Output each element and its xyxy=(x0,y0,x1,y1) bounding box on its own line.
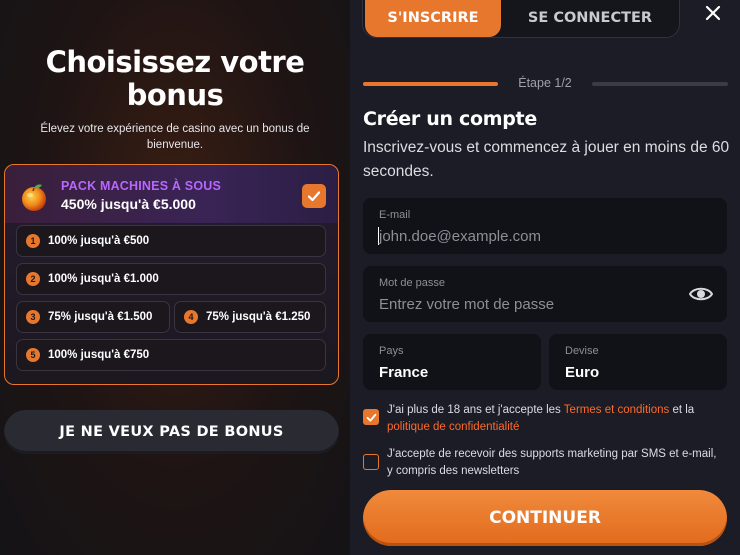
offer-number-badge: 3 xyxy=(26,310,40,324)
country-label: Pays xyxy=(379,345,404,357)
checkmark-icon xyxy=(366,413,376,422)
eye-icon[interactable] xyxy=(689,284,713,304)
offer-label: 75% jusqu'à €1.250 xyxy=(206,311,311,323)
password-label: Mot de passe xyxy=(379,277,446,289)
bonus-offer-3: 3 75% jusqu'à €1.500 xyxy=(16,301,170,333)
offer-number-badge: 5 xyxy=(26,348,40,362)
email-label: E-mail xyxy=(379,209,411,221)
age-consent-checkbox[interactable] xyxy=(363,409,379,425)
marketing-consent-text: J'accepte de recevoir des supports marke… xyxy=(387,448,717,477)
step-label: Étape 1/2 xyxy=(518,76,572,90)
bonus-offer-1: 1 100% jusqu'à €500 xyxy=(16,225,326,257)
country-value: France xyxy=(379,364,429,381)
step-progress-empty xyxy=(592,82,728,86)
offer-number-badge: 1 xyxy=(26,234,40,248)
close-icon[interactable] xyxy=(702,2,724,24)
country-select[interactable]: Pays France xyxy=(363,334,541,390)
signup-modal: Choisissez votre bonus Élevez votre expé… xyxy=(0,0,740,555)
currency-value: Euro xyxy=(565,364,600,381)
bonus-pack-amount: 450% jusqu'à €5.000 xyxy=(61,196,196,212)
email-placeholder: john.doe@example.com xyxy=(379,228,541,245)
currency-select[interactable]: Devise Euro xyxy=(549,334,727,390)
password-placeholder: Entrez votre mot de passe xyxy=(379,296,555,313)
bonus-pack-card[interactable]: PACK MACHINES À SOUS 450% jusqu'à €5.000… xyxy=(4,164,339,385)
offer-label: 100% jusqu'à €1.000 xyxy=(48,273,159,285)
offer-label: 75% jusqu'à €1.500 xyxy=(48,311,153,323)
age-consent-text: J'ai plus de 18 ans et j'accepte les Ter… xyxy=(387,402,732,436)
continue-button[interactable]: CONTINUER xyxy=(363,490,727,546)
form-heading: Créer un compte xyxy=(363,108,537,130)
tab-login[interactable]: SE CONNECTER xyxy=(505,0,675,37)
bonus-pack-checkbox[interactable] xyxy=(302,184,326,208)
bonus-panel: Choisissez votre bonus Élevez votre expé… xyxy=(0,0,350,555)
bonus-subtitle: Élevez votre expérience de casino avec u… xyxy=(40,123,310,151)
no-bonus-button[interactable]: JE NE VEUX PAS DE BONUS xyxy=(4,410,339,454)
consent-text: et la xyxy=(669,404,695,416)
offer-label: 100% jusqu'à €750 xyxy=(48,349,150,361)
currency-label: Devise xyxy=(565,345,599,357)
email-field[interactable]: E-mail john.doe@example.com xyxy=(363,198,727,254)
terms-link[interactable]: Termes et conditions xyxy=(564,404,669,416)
offer-label: 100% jusqu'à €500 xyxy=(48,235,150,247)
bonus-pack-header[interactable]: PACK MACHINES À SOUS 450% jusqu'à €5.000 xyxy=(5,165,338,223)
bonus-offer-2: 2 100% jusqu'à €1.000 xyxy=(16,263,326,295)
consent-text: J'ai plus de 18 ans et j'accepte les xyxy=(387,404,564,416)
form-subheading: Inscrivez-vous et commencez à jouer en m… xyxy=(363,139,730,180)
auth-tabs: S'INSCRIRE SE CONNECTER xyxy=(362,0,680,38)
bonus-pack-name: PACK MACHINES À SOUS xyxy=(61,179,222,193)
bonus-offer-5: 5 100% jusqu'à €750 xyxy=(16,339,326,371)
offer-number-badge: 4 xyxy=(184,310,198,324)
step-progress-filled xyxy=(363,82,498,86)
tab-signup[interactable]: S'INSCRIRE xyxy=(365,0,501,37)
peach-fruit-icon xyxy=(22,184,46,211)
registration-panel: S'INSCRIRE SE CONNECTER Étape 1/2 Créer … xyxy=(350,0,740,555)
bonus-title: Choisissez votre bonus xyxy=(45,45,305,112)
privacy-link[interactable]: politique de confidentialité xyxy=(387,421,519,433)
checkmark-icon xyxy=(307,191,321,202)
bonus-offer-4: 4 75% jusqu'à €1.250 xyxy=(174,301,326,333)
password-field[interactable]: Mot de passe Entrez votre mot de passe xyxy=(363,266,727,322)
marketing-consent-checkbox[interactable] xyxy=(363,454,379,470)
offer-number-badge: 2 xyxy=(26,272,40,286)
